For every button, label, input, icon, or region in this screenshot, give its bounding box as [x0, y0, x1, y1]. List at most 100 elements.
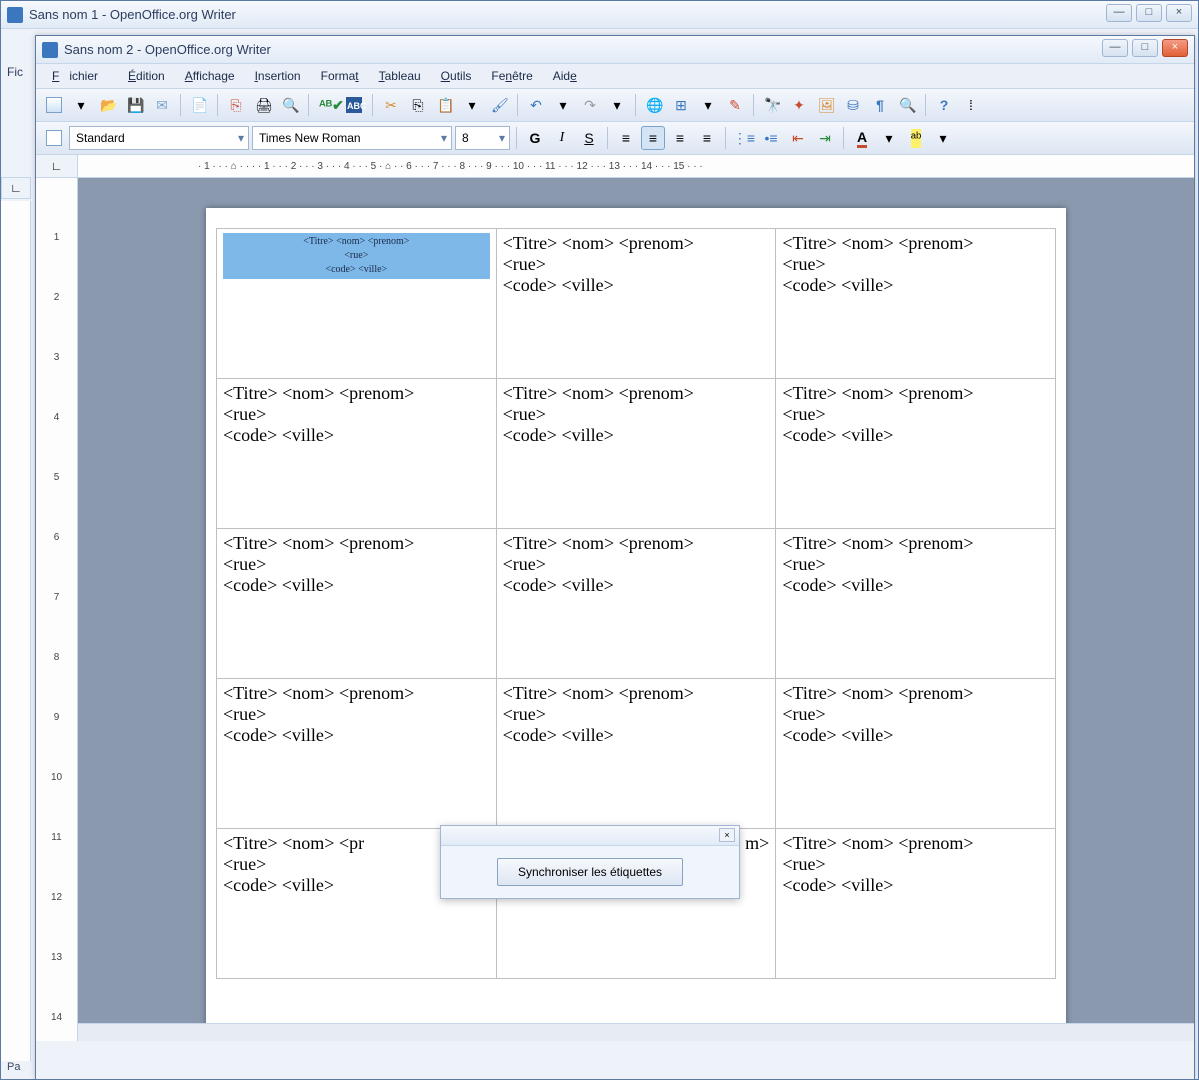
divider: [635, 94, 636, 116]
document-viewport[interactable]: <Titre> <nom> <prenom> <rue> <code> <vil…: [78, 178, 1194, 1041]
label-cell[interactable]: <Titre> <nom> <prenom> <rue> <code> <vil…: [496, 379, 776, 529]
increase-indent-button[interactable]: ⇥: [813, 126, 837, 150]
font-color-button[interactable]: A: [850, 126, 874, 150]
italic-button[interactable]: I: [550, 126, 574, 150]
dropdown-icon[interactable]: ▾: [551, 93, 575, 117]
label-cell[interactable]: <Titre> <nom> <prenom> <rue> <code> <vil…: [776, 829, 1056, 979]
menu-view[interactable]: Affichage: [175, 66, 245, 86]
label-cell[interactable]: <Titre> <nom> <prenom> <rue> <code> <vil…: [776, 679, 1056, 829]
align-justify-button[interactable]: ≡: [695, 126, 719, 150]
undo-icon[interactable]: ↶: [524, 93, 548, 117]
page[interactable]: <Titre> <nom> <prenom> <rue> <code> <vil…: [206, 208, 1066, 1028]
nonprinting-icon[interactable]: ¶: [868, 93, 892, 117]
menu-tools[interactable]: Outils: [431, 66, 482, 86]
label-cell[interactable]: <Titre> <nom> <prenom> <rue> <code> <vil…: [217, 529, 497, 679]
divider: [308, 94, 309, 116]
paragraph-style-combo[interactable]: Standard ▾: [69, 126, 249, 150]
dropdown-icon[interactable]: ▾: [877, 126, 901, 150]
vertical-ruler[interactable]: 1 2 3 4 5 6 7 8 9 10 11 12 13 14: [36, 178, 78, 1041]
label-cell[interactable]: <Titre> <nom> <prenom> <rue> <code> <vil…: [776, 229, 1056, 379]
email-icon[interactable]: ✉: [150, 93, 174, 117]
underline-button[interactable]: S: [577, 126, 601, 150]
dropdown-icon[interactable]: ▾: [460, 93, 484, 117]
parent-close-button[interactable]: ×: [1166, 4, 1192, 22]
edit-file-icon[interactable]: 📄: [187, 93, 211, 117]
styles-icon[interactable]: [42, 126, 66, 150]
dialog-titlebar[interactable]: ×: [441, 826, 739, 846]
label-cell-selected[interactable]: <Titre> <nom> <prenom> <rue> <code> <vil…: [217, 229, 497, 379]
gallery-icon[interactable]: 🖼: [814, 93, 838, 117]
paste-icon[interactable]: 📋: [433, 93, 457, 117]
preview-icon[interactable]: 🔍: [278, 93, 302, 117]
align-center-button[interactable]: ≡: [641, 126, 665, 150]
menu-help[interactable]: Aide: [543, 66, 587, 86]
main-titlebar[interactable]: Sans nom 2 - OpenOffice.org Writer — □ ×: [36, 36, 1194, 64]
export-pdf-icon[interactable]: ⎘: [224, 93, 248, 117]
label-cell[interactable]: <Titre> <nom> <prenom> <rue> <code> <vil…: [776, 529, 1056, 679]
dropdown-icon[interactable]: ▾: [931, 126, 955, 150]
align-right-button[interactable]: ≡: [668, 126, 692, 150]
new-doc-icon[interactable]: [42, 93, 66, 117]
horizontal-scrollbar[interactable]: [78, 1023, 1194, 1041]
label-cell[interactable]: <Titre> <nom> <prenom> <rue> <code> <vil…: [496, 679, 776, 829]
zoom-icon[interactable]: 🔍: [895, 93, 919, 117]
menu-format[interactable]: Format: [311, 66, 369, 86]
app-icon: [42, 42, 58, 58]
parent-ruler-corner: ∟: [1, 177, 31, 199]
open-icon[interactable]: 📂: [96, 93, 120, 117]
menu-edit[interactable]: Édition: [118, 66, 175, 86]
help-icon[interactable]: ?: [932, 93, 956, 117]
label-cell[interactable]: <Titre> <nom> <prenom> <rue> <code> <vil…: [496, 529, 776, 679]
hyperlink-icon[interactable]: 🌐: [642, 93, 666, 117]
spellcheck-icon[interactable]: ᴬᴮ✔: [315, 93, 339, 117]
datasources-icon[interactable]: ⛁: [841, 93, 865, 117]
parent-maximize-button[interactable]: □: [1136, 4, 1162, 22]
copy-icon[interactable]: ⎘: [406, 93, 430, 117]
find-icon[interactable]: 🔭: [760, 93, 784, 117]
bold-button[interactable]: G: [523, 126, 547, 150]
dropdown-icon[interactable]: ▾: [696, 93, 720, 117]
synchronize-labels-button[interactable]: Synchroniser les étiquettes: [497, 858, 683, 886]
format-paint-icon[interactable]: 🖌: [487, 93, 511, 117]
drawing-icon[interactable]: ✎: [723, 93, 747, 117]
maximize-button[interactable]: □: [1132, 39, 1158, 57]
font-name-value: Times New Roman: [259, 131, 361, 145]
main-window-controls: — □ ×: [1102, 39, 1188, 57]
label-cell[interactable]: <Titre> <nom> <prenom> <rue> <code> <vil…: [776, 379, 1056, 529]
bullet-list-button[interactable]: •≡: [759, 126, 783, 150]
cut-icon[interactable]: ✂: [379, 93, 403, 117]
highlight-button[interactable]: ᵃᵇ: [904, 126, 928, 150]
autospell-icon[interactable]: ABC: [342, 93, 366, 117]
label-cell[interactable]: <Titre> <nom> <prenom> <rue> <code> <vil…: [496, 229, 776, 379]
save-icon[interactable]: 💾: [123, 93, 147, 117]
horizontal-ruler[interactable]: · 1 · · · ⌂ · · · · 1 · · · 2 · · · 3 · …: [78, 155, 1194, 177]
font-size-combo[interactable]: 8 ▾: [455, 126, 510, 150]
dropdown-icon[interactable]: ▾: [605, 93, 629, 117]
close-button[interactable]: ×: [1162, 39, 1188, 57]
decrease-indent-button[interactable]: ⇤: [786, 126, 810, 150]
minimize-button[interactable]: —: [1102, 39, 1128, 57]
print-icon[interactable]: 🖨: [251, 93, 275, 117]
synchronize-labels-dialog[interactable]: × Synchroniser les étiquettes: [440, 825, 740, 899]
dialog-body: Synchroniser les étiquettes: [441, 846, 739, 898]
toolbar-options-icon[interactable]: ⁞: [959, 93, 983, 117]
menu-table[interactable]: Tableau: [369, 66, 431, 86]
divider: [753, 94, 754, 116]
app-icon: [7, 7, 23, 23]
dropdown-icon[interactable]: ▾: [69, 93, 93, 117]
font-name-combo[interactable]: Times New Roman ▾: [252, 126, 452, 150]
redo-icon[interactable]: ↷: [578, 93, 602, 117]
dialog-close-button[interactable]: ×: [719, 828, 735, 842]
table-icon[interactable]: ⊞: [669, 93, 693, 117]
label-cell[interactable]: <Titre> <nom> <prenom> <rue> <code> <vil…: [217, 379, 497, 529]
align-left-button[interactable]: ≡: [614, 126, 638, 150]
navigator-icon[interactable]: ✦: [787, 93, 811, 117]
numbered-list-button[interactable]: ⋮≡: [732, 126, 756, 150]
parent-titlebar[interactable]: Sans nom 1 - OpenOffice.org Writer — □ ×: [1, 1, 1198, 29]
label-cell[interactable]: <Titre> <nom> <prenom> <rue> <code> <vil…: [217, 679, 497, 829]
menu-file[interactable]: Fichier: [42, 66, 118, 86]
menu-window[interactable]: Fenêtre: [481, 66, 542, 86]
parent-minimize-button[interactable]: —: [1106, 4, 1132, 22]
menu-insert[interactable]: Insertion: [245, 66, 311, 86]
ruler-corner: ∟: [36, 155, 78, 177]
